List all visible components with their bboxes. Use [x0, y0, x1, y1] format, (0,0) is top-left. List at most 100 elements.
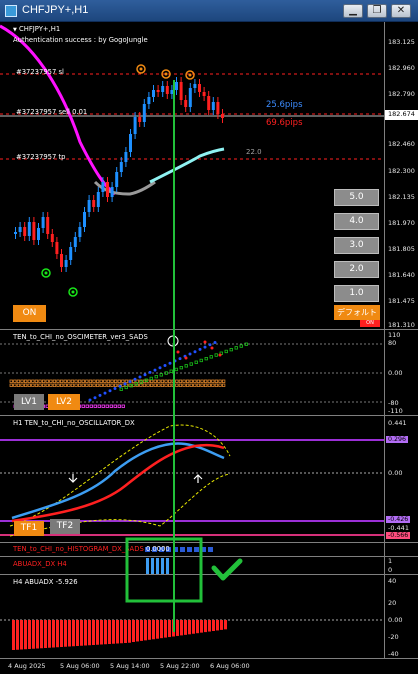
oscimeter-dot: [160, 379, 165, 383]
price-axis-label: 182.460: [388, 140, 415, 148]
oscimeter-dot: [239, 344, 243, 348]
oscimeter-dot: [121, 404, 125, 408]
lot-button-4[interactable]: 4.0: [334, 213, 379, 230]
abuadx-h4-pane[interactable]: ABUADX_DX H4 1 0: [0, 557, 418, 575]
oscimeter-dot: [218, 353, 222, 357]
abuadx-bar: [56, 620, 59, 648]
abuadx-bar: [84, 620, 87, 646]
lot-button-1[interactable]: 1.0: [334, 285, 379, 302]
main-symbol-label: ▼ CHFJPY+,H1: [13, 25, 61, 33]
oscimeter-dot: [211, 379, 215, 383]
abuadx-bar: [88, 620, 91, 646]
oscimeter-dot: [164, 371, 168, 375]
oscimeter-dot: [178, 379, 183, 383]
abuadx-h4-title: ABUADX_DX H4: [13, 560, 67, 568]
oscimeter-dot: [103, 379, 107, 383]
oscimeter-dot: [159, 373, 163, 377]
lv1-button[interactable]: LV1: [14, 394, 44, 410]
abuadx-pane[interactable]: H4 ABUADX -5.926 40 20 0.00 -20 -40: [0, 575, 418, 659]
abuadx-bar: [92, 620, 95, 645]
candle-body: [138, 117, 142, 122]
lot-button-2[interactable]: 2.0: [334, 261, 379, 278]
abuadx-bar: [104, 620, 107, 645]
oscimeter-dot: [175, 379, 179, 383]
oscimeter-dot: [96, 383, 100, 387]
candle-body: [133, 117, 137, 134]
date-axis-label: 5 Aug 14:00: [110, 662, 150, 670]
candle-body: [147, 97, 151, 104]
candle-body: [156, 90, 160, 92]
oscimeter-dot: [174, 367, 178, 372]
candle-body: [161, 86, 165, 92]
abuadx-bar: [156, 620, 159, 639]
restore-button[interactable]: ❐: [367, 4, 387, 18]
close-button[interactable]: ✕: [391, 4, 411, 18]
osc2-axis-label: 0.441: [388, 419, 407, 427]
osc2-axis-label: 0.00: [388, 469, 403, 477]
abuadx-title: H4 ABUADX -5.926: [13, 578, 78, 586]
lot-button-5[interactable]: 5.0: [334, 189, 379, 206]
oscimeter-dot: [221, 379, 226, 383]
abuadx-bar: [72, 620, 75, 647]
abuadx-axis-label: -40: [388, 650, 399, 658]
default-button[interactable]: デフォルト: [334, 305, 380, 320]
minimize-button[interactable]: ▁: [343, 4, 363, 18]
oscillator-dx-pane[interactable]: H1 TEN_to_CHI_no_OSCILLATOR_DX TF1 TF2 0…: [0, 416, 418, 543]
oscimeter-pane[interactable]: TEN_to_CHI_no_OSCIMETER_ver3_SADS LV1 LV…: [0, 330, 418, 416]
oscimeter-dot: [74, 383, 78, 387]
tf1-button[interactable]: TF1: [14, 521, 44, 536]
oscimeter-dot: [144, 378, 148, 382]
oscimeter-dot: [214, 379, 219, 383]
oscimeter-dot: [193, 350, 197, 354]
main-chart-pane[interactable]: ▼ CHFJPY+,H1 Authentication success : by…: [0, 22, 418, 330]
lot-button-3[interactable]: 3.0: [334, 237, 379, 254]
candle-body: [60, 254, 63, 267]
oscimeter-dot: [110, 379, 114, 383]
candle-body: [188, 88, 192, 107]
oscimeter-dot: [138, 375, 142, 379]
oscimeter-dot: [49, 379, 53, 383]
price-axis-label: 181.310: [388, 321, 415, 329]
candle-body: [37, 228, 40, 240]
oscimeter-dot: [153, 379, 157, 383]
abuadx-bar: [160, 620, 163, 639]
oscimeter-dot: [70, 379, 75, 383]
up-arrow-icon: [193, 474, 203, 483]
oscimeter-dot: [128, 380, 132, 384]
candle-body: [110, 187, 114, 197]
candle-body: [124, 152, 128, 162]
lv2-button[interactable]: LV2: [48, 394, 80, 410]
abuadx-bar: [180, 620, 183, 636]
blue-line: [11, 442, 225, 520]
candle-body: [207, 96, 211, 110]
candle-body: [193, 84, 197, 88]
abuadx-h4-axis: 1 0: [384, 557, 418, 574]
oscimeter-dot: [160, 383, 165, 387]
abuadx-bar: [224, 620, 227, 630]
oscimeter-dot: [92, 383, 96, 387]
oscimeter-dot: [108, 389, 112, 393]
oscimeter-dot: [184, 356, 188, 360]
candle-body: [27, 222, 31, 236]
oscimeter-dot: [163, 364, 167, 367]
histogram-bar: [173, 547, 178, 552]
tf2-button[interactable]: TF2: [50, 519, 80, 534]
oscimeter-dot: [31, 379, 35, 383]
oscimeter-dot: [20, 379, 24, 383]
on-toggle-button[interactable]: ON: [13, 305, 46, 322]
abuadx-bar: [128, 620, 131, 643]
oscimeter-dot: [148, 370, 152, 374]
date-axis-label: 6 Aug 06:00: [210, 662, 250, 670]
histogram-pane[interactable]: TEN_to_CHI_no_HISTOGRAM_DX_SADS 0.0000: [0, 543, 418, 557]
oscimeter-dot: [211, 383, 215, 387]
abuadx-bar: [152, 620, 155, 640]
candle-body: [115, 172, 119, 187]
histogram-bar: [194, 547, 199, 552]
window-title-bar: CHFJPY+,H1 ▁ ❐ ✕: [0, 0, 418, 22]
oscimeter-dot: [139, 383, 143, 387]
osc1-axis-label: 0.00: [388, 369, 403, 377]
abuadx-bar: [36, 620, 39, 649]
oscimeter-dots: [9, 340, 248, 408]
oscimeter-dot: [109, 404, 113, 408]
oscimeter-dot: [164, 383, 168, 387]
